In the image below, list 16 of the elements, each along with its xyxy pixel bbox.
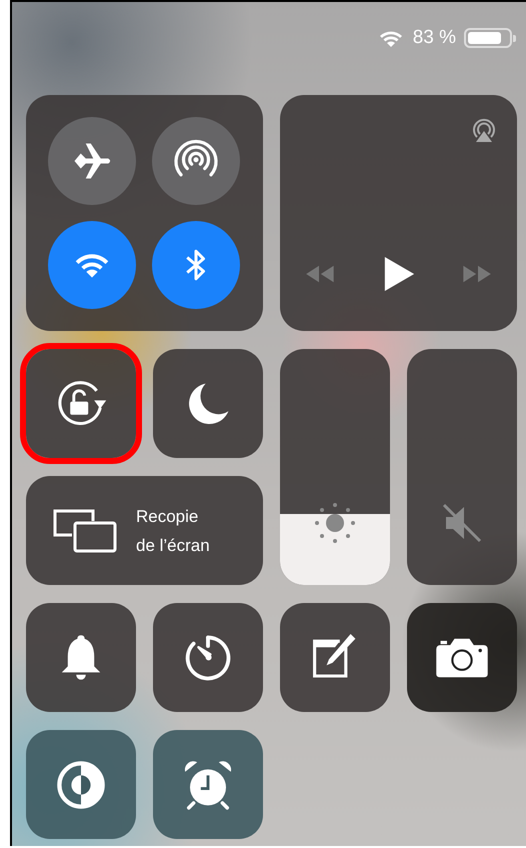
volume-slider[interactable]: [407, 349, 517, 585]
battery-percentage: 83 %: [412, 26, 456, 50]
alarm-button[interactable]: [153, 730, 263, 839]
rotation-lock-toggle[interactable]: [26, 349, 136, 458]
screen-mirroring-button[interactable]: Recopie de l’écran: [26, 476, 263, 585]
sun-icon: [313, 501, 357, 545]
bell-button[interactable]: [26, 603, 136, 712]
screen-mirroring-icon: [52, 508, 118, 554]
camera-button[interactable]: [407, 603, 517, 712]
contrast-button[interactable]: [26, 730, 136, 839]
screen-mirroring-label: Recopie de l’écran: [136, 506, 211, 556]
do-not-disturb-toggle[interactable]: [153, 349, 263, 458]
notes-button[interactable]: [280, 603, 390, 712]
brightness-slider[interactable]: [280, 349, 390, 585]
battery-icon: [464, 28, 516, 48]
timer-button[interactable]: [153, 603, 263, 712]
